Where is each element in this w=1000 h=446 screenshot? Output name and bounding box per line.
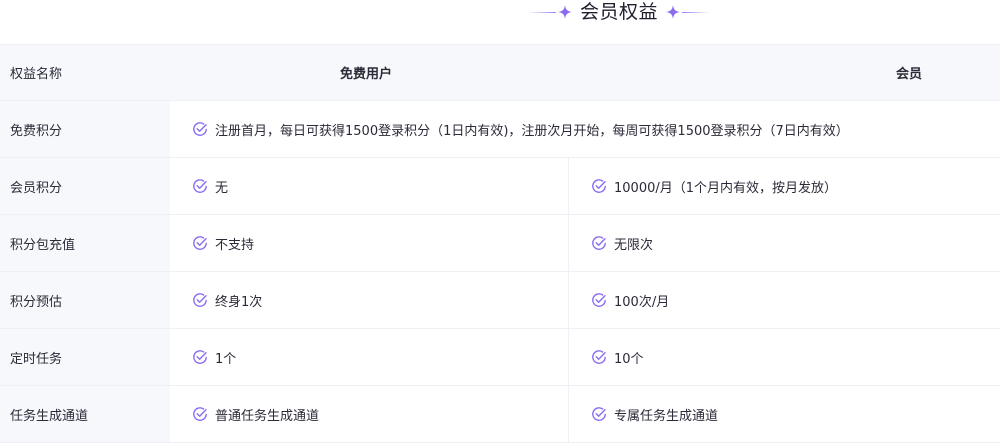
benefit-text: 1个 — [215, 351, 237, 367]
check-circle-icon — [591, 178, 607, 194]
check-circle-icon — [591, 349, 607, 365]
benefit-merged-value: 注册首月，每日可获得1500登录积分（1日内有效)，注册次月开始，每周可获得15… — [170, 101, 1000, 157]
benefit-text: 专属任务生成通道 — [614, 408, 719, 424]
sparkle-icon — [666, 5, 681, 19]
check-circle-icon — [192, 178, 208, 194]
benefit-name: 积分包充值 — [0, 215, 170, 271]
benefits-table: 权益名称 免费用户 会员 免费积分 注册首月，每日可获得1500登录积分（1日内… — [0, 44, 1000, 443]
member-value: 100次/月 — [569, 272, 1000, 328]
header-member: 会员 — [569, 45, 1000, 100]
table-header-row: 权益名称 免费用户 会员 — [0, 44, 1000, 101]
benefit-text: 无限次 — [614, 237, 654, 253]
header-free-user: 免费用户 — [170, 45, 569, 100]
member-value: 10000/月（1个月内有效，按月发放） — [569, 158, 1000, 214]
benefit-name: 任务生成通道 — [0, 386, 170, 442]
table-row: 会员积分 无 10000/月（1个月内有效，按月发放） — [0, 158, 1000, 215]
benefit-text: 不支持 — [215, 237, 255, 253]
check-circle-icon — [192, 292, 208, 308]
benefit-text: 10个 — [614, 351, 644, 367]
title-wrap: 会员权益 — [528, 0, 711, 24]
free-user-value: 无 — [170, 158, 569, 214]
benefit-name: 定时任务 — [0, 329, 170, 385]
member-value: 专属任务生成通道 — [569, 386, 1000, 442]
benefit-text: 终身1次 — [215, 294, 263, 310]
check-circle-icon — [192, 235, 208, 251]
check-circle-icon — [591, 235, 607, 251]
benefit-text: 10000/月（1个月内有效，按月发放） — [614, 180, 838, 196]
table-row: 积分预估 终身1次 100次/月 — [0, 272, 1000, 329]
member-value: 10个 — [569, 329, 1000, 385]
table-row: 任务生成通道 普通任务生成通道 专属任务生成通道 — [0, 386, 1000, 443]
benefit-text: 100次/月 — [614, 294, 670, 310]
benefit-text: 普通任务生成通道 — [215, 408, 320, 424]
table-row: 免费积分 注册首月，每日可获得1500登录积分（1日内有效)，注册次月开始，每周… — [0, 101, 1000, 158]
header-benefit-name: 权益名称 — [0, 45, 170, 100]
benefit-name: 会员积分 — [0, 158, 170, 214]
benefit-name: 免费积分 — [0, 101, 170, 157]
free-user-value: 1个 — [170, 329, 569, 385]
check-circle-icon — [591, 292, 607, 308]
table-row: 定时任务 1个 10个 — [0, 329, 1000, 386]
benefit-text: 注册首月，每日可获得1500登录积分（1日内有效)，注册次月开始，每周可获得15… — [215, 123, 849, 139]
free-user-value: 不支持 — [170, 215, 569, 271]
title-divider-left — [528, 11, 556, 13]
benefits-title-bar: 会员权益 — [0, 0, 1000, 28]
sparkle-icon — [558, 5, 572, 19]
check-circle-icon — [591, 406, 607, 422]
free-user-value: 终身1次 — [170, 272, 569, 328]
benefit-text: 无 — [215, 180, 229, 196]
check-circle-icon — [192, 349, 208, 365]
benefit-name: 积分预估 — [0, 272, 170, 328]
page-title: 会员权益 — [580, 1, 659, 23]
title-divider-right — [682, 11, 711, 13]
free-user-value: 普通任务生成通道 — [170, 386, 569, 442]
table-row: 积分包充值 不支持 无限次 — [0, 215, 1000, 272]
member-value: 无限次 — [569, 215, 1000, 271]
check-circle-icon — [192, 121, 208, 137]
check-circle-icon — [192, 406, 208, 422]
